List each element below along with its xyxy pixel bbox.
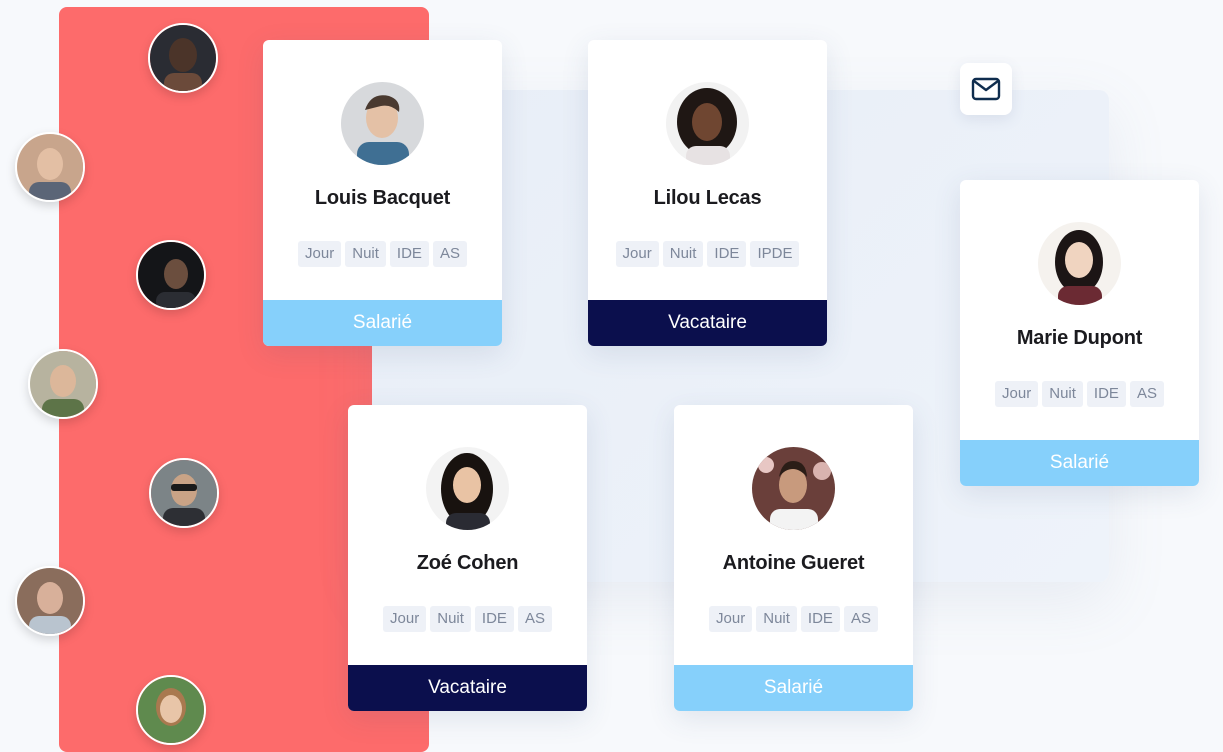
tag: IPDE [750, 241, 800, 267]
floating-avatar[interactable] [136, 240, 206, 310]
avatar [341, 82, 424, 165]
employee-card[interactable]: Marie Dupont Jour Nuit IDE AS Salarié [960, 180, 1199, 486]
tag: Jour [298, 241, 342, 267]
employee-name: Louis Bacquet [314, 187, 451, 209]
tag: Nuit [662, 241, 704, 267]
avatar [666, 82, 749, 165]
employee-name: Marie Dupont [1016, 327, 1143, 349]
mail-icon [971, 77, 1001, 101]
tag: Jour [383, 606, 427, 632]
status-badge: Salarié [674, 665, 913, 711]
mail-button[interactable] [960, 63, 1012, 115]
tag: Jour [709, 606, 753, 632]
employee-card[interactable]: Zoé Cohen Jour Nuit IDE AS Vacataire [348, 405, 587, 711]
tag: IDE [707, 241, 747, 267]
tag: Nuit [345, 241, 386, 267]
tag-list: Jour Nuit IDE AS [674, 606, 913, 632]
floating-avatar[interactable] [148, 23, 218, 93]
floating-avatar[interactable] [136, 675, 206, 745]
tag-list: Jour Nuit IDE AS [263, 241, 502, 267]
tag-list: Jour Nuit IDE AS [960, 381, 1199, 407]
tag: AS [1129, 381, 1164, 407]
avatar [1038, 222, 1121, 305]
tag: IDE [1086, 381, 1126, 407]
employee-card[interactable]: Antoine Gueret Jour Nuit IDE AS Salarié [674, 405, 913, 711]
employee-card[interactable]: Louis Bacquet Jour Nuit IDE AS Salarié [263, 40, 502, 346]
employee-name: Zoé Cohen [416, 552, 519, 574]
employee-card[interactable]: Lilou Lecas Jour Nuit IDE IPDE Vacataire [588, 40, 827, 346]
employee-name: Lilou Lecas [653, 187, 762, 209]
status-badge: Salarié [263, 300, 502, 346]
tag: Nuit [1042, 381, 1083, 407]
tag-list: Jour Nuit IDE IPDE [588, 241, 827, 267]
floating-avatar[interactable] [28, 349, 98, 419]
floating-avatar[interactable] [15, 566, 85, 636]
tag: AS [517, 606, 552, 632]
tag: IDE [800, 606, 840, 632]
tag: Jour [615, 241, 659, 267]
tag: IDE [389, 241, 429, 267]
avatar [426, 447, 509, 530]
tag: AS [843, 606, 878, 632]
tag: Nuit [430, 606, 471, 632]
tag: IDE [474, 606, 514, 632]
floating-avatar[interactable] [149, 458, 219, 528]
tag: AS [432, 241, 467, 267]
avatar [752, 447, 835, 530]
tag: Nuit [756, 606, 797, 632]
floating-avatar[interactable] [15, 132, 85, 202]
tag: Jour [995, 381, 1039, 407]
status-badge: Vacataire [348, 665, 587, 711]
status-badge: Vacataire [588, 300, 827, 346]
status-badge: Salarié [960, 440, 1199, 486]
employee-name: Antoine Gueret [722, 552, 865, 574]
tag-list: Jour Nuit IDE AS [348, 606, 587, 632]
